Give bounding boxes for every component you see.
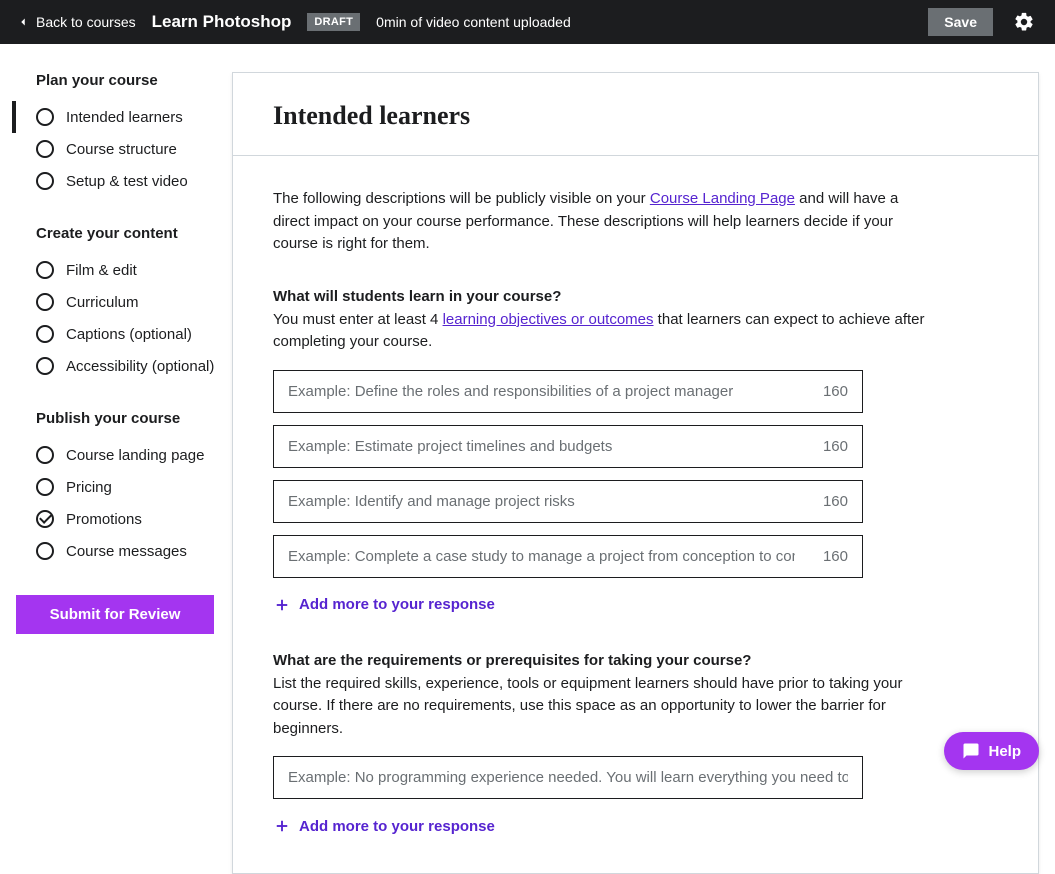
requirement-input-row: [273, 756, 863, 799]
add-more-label: Add more to your response: [299, 818, 495, 835]
status-circle-icon: [36, 542, 54, 560]
status-circle-icon: [36, 172, 54, 190]
sidebar: Plan your course Intended learners Cours…: [0, 44, 232, 874]
nav-label: Accessibility (optional): [66, 358, 214, 375]
plus-icon: [273, 817, 291, 835]
status-check-icon: [36, 510, 54, 528]
help-label: Help: [988, 743, 1021, 760]
course-title: Learn Photoshop: [152, 12, 292, 32]
nav-label: Setup & test video: [66, 173, 188, 190]
draft-badge: DRAFT: [307, 13, 360, 31]
chevron-left-icon: [16, 15, 30, 29]
objective-input-row: 160: [273, 480, 863, 523]
status-circle-icon: [36, 140, 54, 158]
add-requirement-button[interactable]: Add more to your response: [273, 811, 495, 841]
requirements-label: What are the requirements or prerequisit…: [273, 652, 998, 669]
back-label: Back to courses: [36, 14, 136, 30]
back-to-courses-link[interactable]: Back to courses: [16, 14, 136, 30]
nav-label: Course structure: [66, 141, 177, 158]
section-title: Create your content: [36, 225, 232, 242]
char-count: 160: [809, 438, 862, 455]
requirements-help: List the required skills, experience, to…: [273, 673, 933, 741]
page-title: Intended learners: [273, 101, 998, 131]
objectives-help: You must enter at least 4 learning objec…: [273, 309, 933, 354]
objective-input[interactable]: [274, 536, 809, 577]
main-body: The following descriptions will be publi…: [233, 156, 1038, 873]
status-circle-icon: [36, 446, 54, 464]
save-button[interactable]: Save: [928, 8, 993, 36]
nav-captions[interactable]: Captions (optional): [12, 318, 232, 350]
topbar: Back to courses Learn Photoshop DRAFT 0m…: [0, 0, 1055, 44]
sidebar-section-publish: Publish your course Course landing page …: [16, 410, 232, 567]
nav-setup-test-video[interactable]: Setup & test video: [12, 165, 232, 197]
objective-input-row: 160: [273, 370, 863, 413]
nav-course-landing-page[interactable]: Course landing page: [12, 439, 232, 471]
status-circle-icon: [36, 293, 54, 311]
nav-pricing[interactable]: Pricing: [12, 471, 232, 503]
requirement-input[interactable]: [274, 757, 862, 798]
learning-objectives-link[interactable]: learning objectives or outcomes: [443, 311, 654, 328]
nav-label: Promotions: [66, 511, 142, 528]
add-objective-button[interactable]: Add more to your response: [273, 590, 495, 620]
upload-status: 0min of video content uploaded: [376, 14, 571, 30]
nav-intended-learners[interactable]: Intended learners: [12, 101, 232, 133]
objective-input[interactable]: [274, 371, 809, 412]
sidebar-section-create: Create your content Film & edit Curricul…: [16, 225, 232, 382]
chat-icon: [962, 742, 980, 760]
main-panel: Intended learners The following descript…: [232, 72, 1039, 874]
nav-label: Course landing page: [66, 447, 204, 464]
status-circle-icon: [36, 261, 54, 279]
nav-curriculum[interactable]: Curriculum: [12, 286, 232, 318]
settings-button[interactable]: [1009, 7, 1039, 37]
help-button[interactable]: Help: [944, 732, 1039, 770]
char-count: 160: [809, 383, 862, 400]
main-header: Intended learners: [233, 73, 1038, 156]
status-circle-icon: [36, 108, 54, 126]
nav-label: Course messages: [66, 543, 187, 560]
objective-input[interactable]: [274, 481, 809, 522]
sidebar-section-plan: Plan your course Intended learners Cours…: [16, 72, 232, 197]
submit-for-review-button[interactable]: Submit for Review: [16, 595, 214, 634]
nav-course-structure[interactable]: Course structure: [12, 133, 232, 165]
nav-label: Curriculum: [66, 294, 139, 311]
objectives-label: What will students learn in your course?: [273, 288, 998, 305]
char-count: 160: [809, 548, 862, 565]
status-circle-icon: [36, 357, 54, 375]
nav-course-messages[interactable]: Course messages: [12, 535, 232, 567]
section-title: Plan your course: [36, 72, 232, 89]
objective-input-row: 160: [273, 535, 863, 578]
objective-input[interactable]: [274, 426, 809, 467]
gear-icon: [1013, 11, 1035, 33]
char-count: 160: [809, 493, 862, 510]
nav-film-edit[interactable]: Film & edit: [12, 254, 232, 286]
requirements-group: What are the requirements or prerequisit…: [273, 652, 998, 842]
nav-label: Film & edit: [66, 262, 137, 279]
intro-text: The following descriptions will be publi…: [273, 188, 933, 256]
nav-label: Pricing: [66, 479, 112, 496]
plus-icon: [273, 596, 291, 614]
nav-accessibility[interactable]: Accessibility (optional): [12, 350, 232, 382]
objectives-group: What will students learn in your course?…: [273, 288, 998, 620]
course-landing-page-link[interactable]: Course Landing Page: [650, 190, 795, 207]
status-circle-icon: [36, 478, 54, 496]
nav-label: Intended learners: [66, 109, 183, 126]
add-more-label: Add more to your response: [299, 596, 495, 613]
objective-input-row: 160: [273, 425, 863, 468]
section-title: Publish your course: [36, 410, 232, 427]
nav-label: Captions (optional): [66, 326, 192, 343]
nav-promotions[interactable]: Promotions: [12, 503, 232, 535]
status-circle-icon: [36, 325, 54, 343]
